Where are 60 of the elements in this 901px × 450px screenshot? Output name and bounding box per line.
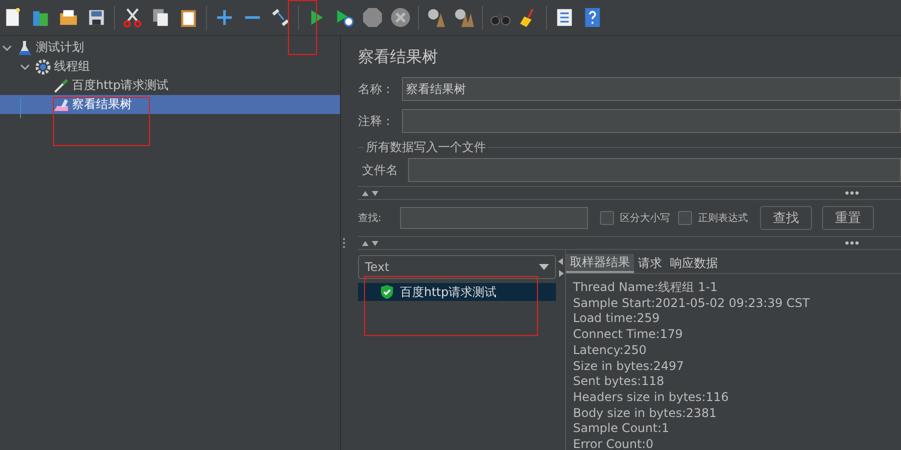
clipboard-icon[interactable] (178, 7, 199, 28)
field-label: 注释： (358, 112, 395, 130)
dots-icon[interactable] (845, 191, 859, 195)
checkbox[interactable] (600, 211, 614, 225)
result-line: Connect Time:179 (573, 327, 684, 343)
start-no-pause-icon[interactable] (334, 7, 355, 28)
tab[interactable]: 取样器结果 (566, 254, 634, 273)
result-line: Latency:250 (573, 342, 648, 359)
result-line: Size in bytes:2497 (573, 358, 685, 374)
reset-button[interactable]: 重置 (822, 206, 874, 230)
checkbox-label: 区分大小写 (620, 212, 670, 225)
annotation-box (288, 0, 317, 55)
gear-icon (35, 58, 51, 74)
eraser-icon (53, 96, 69, 112)
collapse-arrows-icon[interactable] (362, 240, 380, 246)
find-button[interactable]: 查找 (760, 206, 812, 230)
tree-item[interactable]: 线程组 (0, 57, 340, 76)
result-line: Sent bytes:118 (573, 374, 666, 390)
help-icon[interactable] (582, 7, 603, 28)
search-label: 查找: (358, 212, 382, 225)
splitter-handle[interactable] (343, 238, 347, 248)
field-label: 文件名 (361, 162, 399, 178)
field-label: 名称： (358, 80, 395, 98)
renderer-dropdown[interactable]: Text (358, 255, 556, 279)
copy-icon[interactable] (150, 7, 171, 28)
name-field[interactable]: 察看结果树 (402, 77, 901, 101)
tree-item[interactable]: 测试计划 (0, 38, 340, 57)
list-icon[interactable] (554, 7, 575, 28)
stop-icon[interactable] (362, 7, 383, 28)
collapse-arrows-icon[interactable] (558, 258, 564, 278)
result-line: Thread Name:线程组 1-1 (573, 280, 719, 296)
checkbox[interactable] (678, 211, 692, 225)
tab[interactable]: 响应数据 (666, 254, 722, 273)
tree-item[interactable]: 百度http请求测试 (0, 76, 340, 95)
checkbox-label: 正则表达式 (698, 212, 748, 225)
result-item[interactable]: 百度http请求测试 (358, 283, 556, 301)
flask-icon (17, 40, 33, 56)
caret-icon (539, 264, 549, 270)
search-field[interactable] (400, 207, 588, 229)
result-line: Load time:259 (573, 311, 661, 328)
save-icon[interactable] (86, 7, 107, 28)
pipette-icon (53, 78, 69, 94)
result-line: Headers size in bytes:116 (573, 390, 730, 406)
result-line: Error Count:0 (573, 437, 654, 450)
dots-icon[interactable] (845, 241, 859, 245)
collapse-arrows-icon[interactable] (362, 190, 380, 196)
comment-field[interactable] (402, 109, 901, 133)
result-line: Sample Start:2021-05-02 09:23:39 CST (573, 296, 811, 312)
shield-check-icon (380, 284, 394, 300)
cut-icon[interactable] (122, 7, 143, 28)
tab[interactable]: 请求 (634, 254, 666, 273)
folder-icon[interactable] (58, 7, 79, 28)
plus-icon[interactable] (214, 7, 235, 28)
group-title: 所有数据写入一个文件 (364, 139, 488, 156)
shutdown-icon[interactable] (390, 7, 411, 28)
filename-field[interactable] (408, 158, 901, 182)
panel-title: 察看结果树 (358, 47, 439, 68)
tree-item[interactable]: 察看结果树 (0, 95, 340, 114)
result-line: Body size in bytes:2381 (573, 406, 718, 422)
result-line: Sample Count:1 (573, 421, 670, 438)
